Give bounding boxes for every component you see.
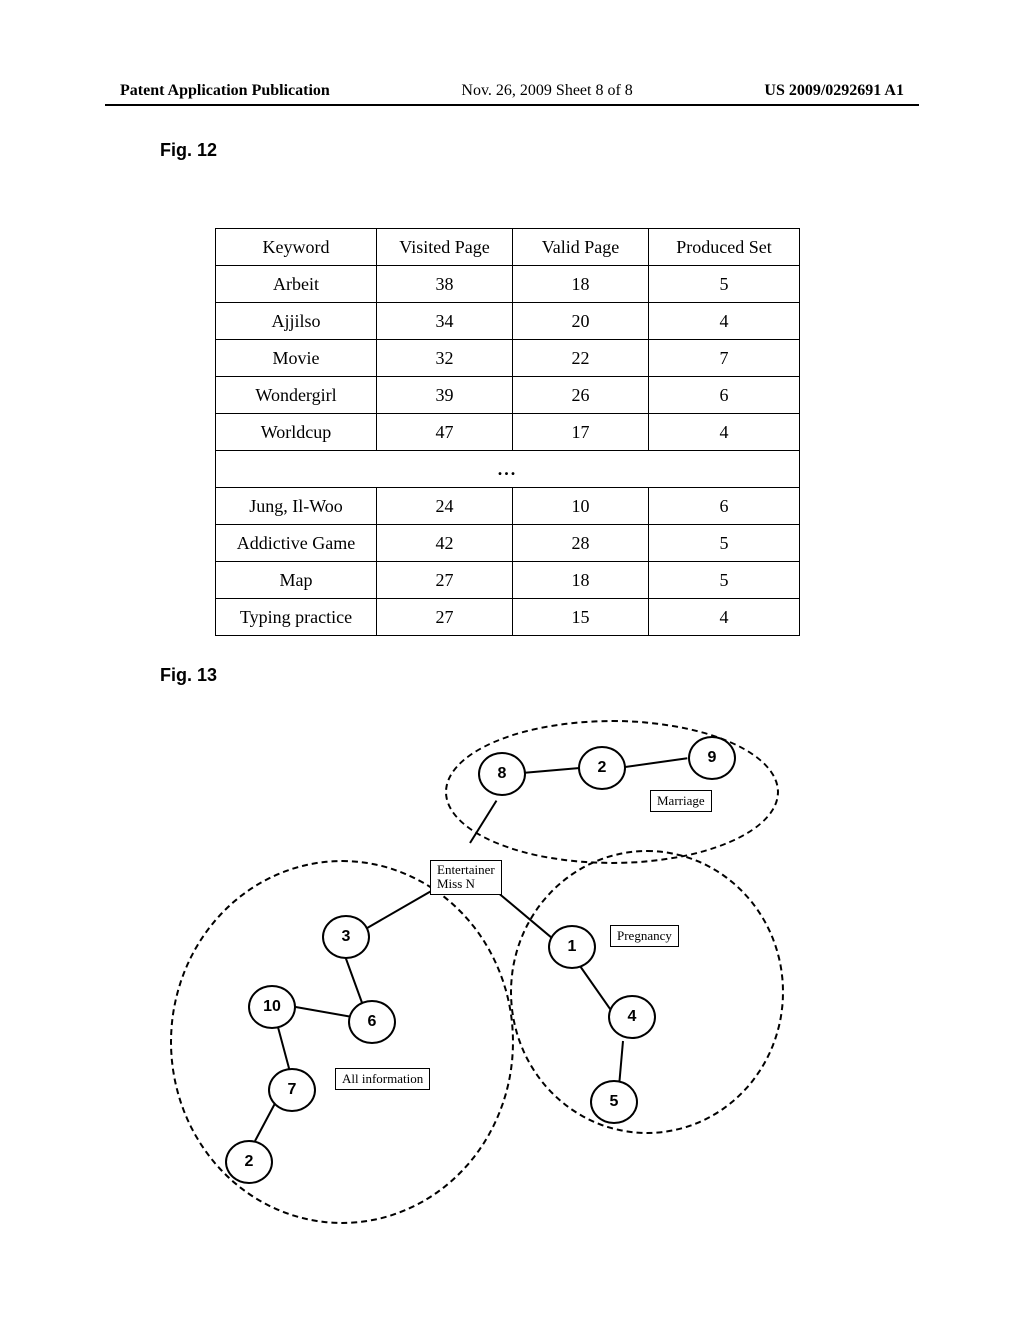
cell-keyword: Ajjilso bbox=[216, 303, 377, 340]
table-header-row: Keyword Visited Page Valid Page Produced… bbox=[216, 229, 800, 266]
label-marriage: Marriage bbox=[650, 790, 712, 812]
node-6: 6 bbox=[348, 1000, 396, 1044]
cell-produced: 5 bbox=[649, 525, 800, 562]
cell-keyword: Typing practice bbox=[216, 599, 377, 636]
cell-valid: 18 bbox=[513, 562, 649, 599]
table-row: Movie32227 bbox=[216, 340, 800, 377]
node-2-bottom: 2 bbox=[225, 1140, 273, 1184]
cell-visited: 24 bbox=[377, 488, 513, 525]
cell-produced: 4 bbox=[649, 414, 800, 451]
cell-produced: 6 bbox=[649, 488, 800, 525]
cell-keyword: Wondergirl bbox=[216, 377, 377, 414]
table-row: Ajjilso34204 bbox=[216, 303, 800, 340]
cell-produced: 4 bbox=[649, 599, 800, 636]
cell-valid: 28 bbox=[513, 525, 649, 562]
node-10: 10 bbox=[248, 985, 296, 1029]
cell-visited: 42 bbox=[377, 525, 513, 562]
cell-visited: 32 bbox=[377, 340, 513, 377]
cell-keyword: Arbeit bbox=[216, 266, 377, 303]
col-visited: Visited Page bbox=[377, 229, 513, 266]
cell-visited: 27 bbox=[377, 562, 513, 599]
fig12-label: Fig. 12 bbox=[160, 140, 217, 161]
node-5: 5 bbox=[590, 1080, 638, 1124]
cell-keyword: Addictive Game bbox=[216, 525, 377, 562]
table-row: Arbeit38185 bbox=[216, 266, 800, 303]
cell-produced: 6 bbox=[649, 377, 800, 414]
table-row: Addictive Game42285 bbox=[216, 525, 800, 562]
label-allinfo: All information bbox=[335, 1068, 430, 1090]
cell-produced: 5 bbox=[649, 562, 800, 599]
cluster-right bbox=[510, 850, 784, 1134]
cell-keyword: Worldcup bbox=[216, 414, 377, 451]
cell-produced: 7 bbox=[649, 340, 800, 377]
node-7: 7 bbox=[268, 1068, 316, 1112]
table-row: Typing practice27154 bbox=[216, 599, 800, 636]
header-center: Nov. 26, 2009 Sheet 8 of 8 bbox=[461, 82, 632, 100]
cell-produced: 5 bbox=[649, 266, 800, 303]
cell-keyword: Map bbox=[216, 562, 377, 599]
col-keyword: Keyword bbox=[216, 229, 377, 266]
node-1: 1 bbox=[548, 925, 596, 969]
cell-valid: 17 bbox=[513, 414, 649, 451]
table-row: Wondergirl39266 bbox=[216, 377, 800, 414]
fig13-label: Fig. 13 bbox=[160, 665, 217, 686]
node-9: 9 bbox=[688, 736, 736, 780]
cell-visited: 27 bbox=[377, 599, 513, 636]
cell-keyword: Movie bbox=[216, 340, 377, 377]
cell-valid: 26 bbox=[513, 377, 649, 414]
col-produced: Produced Set bbox=[649, 229, 800, 266]
cell-ellipsis: ... bbox=[216, 451, 800, 488]
label-entertainer: Entertainer Miss N bbox=[430, 860, 502, 895]
label-pregnancy: Pregnancy bbox=[610, 925, 679, 947]
cell-valid: 10 bbox=[513, 488, 649, 525]
cell-visited: 38 bbox=[377, 266, 513, 303]
table-ellipsis-row: ... bbox=[216, 451, 800, 488]
node-4: 4 bbox=[608, 995, 656, 1039]
col-valid: Valid Page bbox=[513, 229, 649, 266]
page-header: Patent Application Publication Nov. 26, … bbox=[120, 82, 904, 100]
table-row: Map27185 bbox=[216, 562, 800, 599]
cell-valid: 22 bbox=[513, 340, 649, 377]
fig12-table: Keyword Visited Page Valid Page Produced… bbox=[215, 228, 800, 636]
cell-valid: 15 bbox=[513, 599, 649, 636]
table-row: Jung, Il-Woo24106 bbox=[216, 488, 800, 525]
header-rule bbox=[105, 104, 919, 106]
node-2-top: 2 bbox=[578, 746, 626, 790]
header-right: US 2009/0292691 A1 bbox=[764, 82, 904, 100]
cell-produced: 4 bbox=[649, 303, 800, 340]
cell-valid: 20 bbox=[513, 303, 649, 340]
cell-visited: 39 bbox=[377, 377, 513, 414]
cell-visited: 47 bbox=[377, 414, 513, 451]
cell-valid: 18 bbox=[513, 266, 649, 303]
cell-keyword: Jung, Il-Woo bbox=[216, 488, 377, 525]
fig13-diagram: 8 2 9 3 1 4 5 10 6 7 2 Marriage Entertai… bbox=[170, 710, 810, 1240]
node-8: 8 bbox=[478, 752, 526, 796]
header-left: Patent Application Publication bbox=[120, 82, 330, 100]
node-3: 3 bbox=[322, 915, 370, 959]
cell-visited: 34 bbox=[377, 303, 513, 340]
table-row: Worldcup47174 bbox=[216, 414, 800, 451]
